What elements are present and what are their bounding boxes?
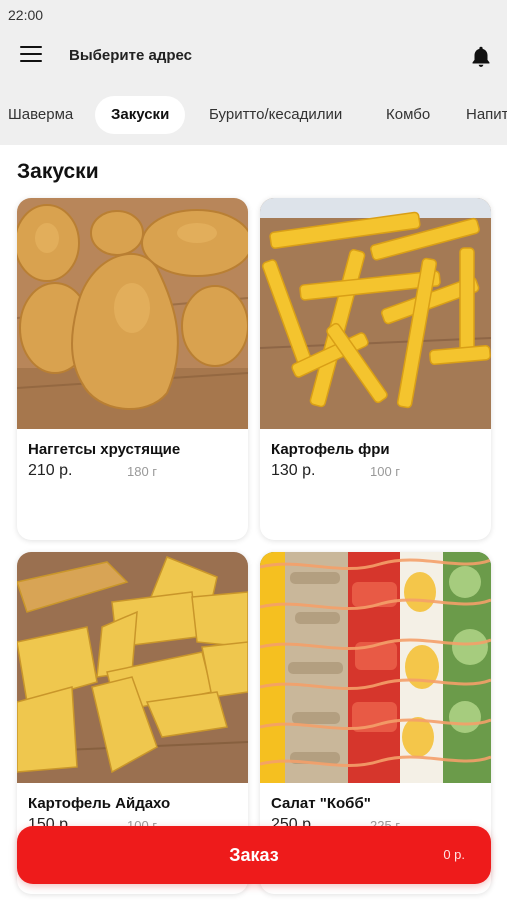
menu-icon[interactable] [20,46,42,66]
fries-image [260,198,491,429]
product-name: Наггетсы хрустящие [28,441,181,458]
order-label: Заказ [229,845,279,865]
nuggets-image [17,198,248,429]
tab-snacks[interactable]: Закуски [95,96,186,134]
product-weight: 180 г [127,464,158,479]
product-weight: 100 г [370,464,401,479]
section-title: Закуски [17,160,99,183]
tab-burrito[interactable]: Буритто/кесадилии [209,96,342,134]
bell-icon[interactable] [468,44,494,70]
product-price: 210 р. [28,462,73,479]
address-selector[interactable]: Выберите адрес [69,47,192,64]
product-name: Картофель фри [271,441,390,458]
app-screen: 22:00 Выберите адрес Шаверма Закуски Бур… [0,0,507,900]
product-name: Картофель Айдахо [28,795,171,812]
tab-shawarma[interactable]: Шаверма [8,96,73,134]
product-name: Салат "Кобб" [271,795,371,812]
order-total: 0 р. [443,847,465,862]
order-button[interactable]: Заказ 0 р. [17,826,491,884]
potato-wedges-image [17,552,248,783]
tab-drinks[interactable]: Напит [466,96,507,134]
header: Выберите адрес [0,36,507,78]
product-card-nuggets[interactable]: Наггетсы хрустящие 210 р. 180 г [17,198,248,540]
top-bar: 22:00 Выберите адрес Шаверма Закуски Бур… [0,0,507,145]
cobb-salad-image [260,552,491,783]
status-time: 22:00 [8,7,44,23]
category-tabs: Шаверма Закуски Буритто/кесадилии Комбо … [0,96,507,134]
tab-combo[interactable]: Комбо [386,96,430,134]
product-price: 130 р. [271,462,316,479]
product-card-fries[interactable]: Картофель фри 130 р. 100 г [260,198,491,540]
